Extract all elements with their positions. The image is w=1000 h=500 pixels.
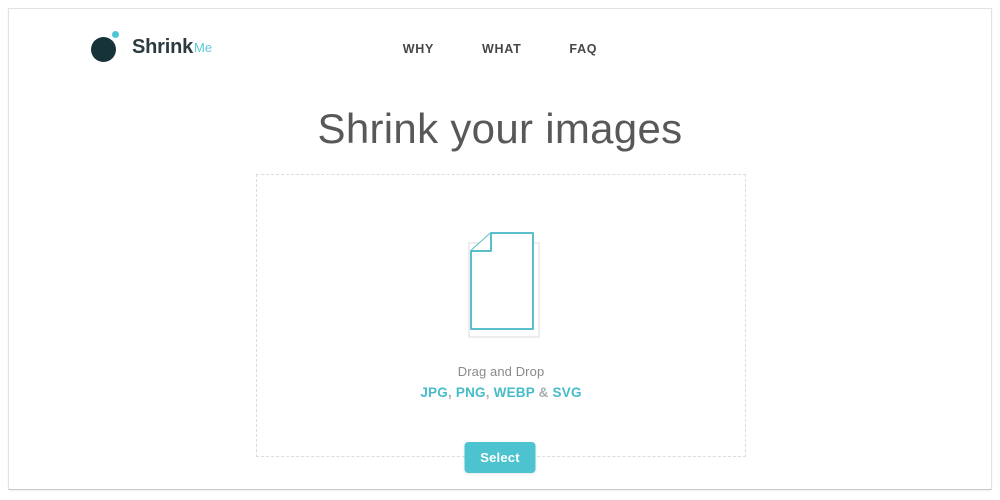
logo-dot-shape	[112, 31, 119, 38]
nav-item-what[interactable]: WHAT	[482, 42, 521, 56]
format-svg: SVG	[552, 385, 582, 400]
select-file-button[interactable]: Select	[464, 442, 536, 473]
page-title: Shrink your images	[317, 105, 683, 152]
format-webp: WEBP	[493, 385, 535, 400]
file-dropzone[interactable]: Drag and Drop JPG, PNG, WEBP & SVG	[256, 174, 746, 457]
site-header: Shrink Me WHY WHAT FAQ	[9, 9, 991, 83]
main-nav: WHY WHAT FAQ	[9, 42, 991, 56]
dropzone-formats: JPG, PNG, WEBP & SVG	[257, 385, 745, 400]
nav-item-why[interactable]: WHY	[403, 42, 434, 56]
format-separator-3: &	[538, 385, 549, 400]
nav-item-faq[interactable]: FAQ	[569, 42, 597, 56]
dropzone-caption: Drag and Drop	[457, 364, 545, 379]
format-png: PNG	[455, 385, 486, 400]
document-file-icon	[447, 231, 555, 341]
file-icon-wrapper	[257, 231, 745, 341]
format-separator-1: ,	[447, 385, 452, 400]
format-jpg: JPG	[420, 385, 448, 400]
format-separator-2: ,	[485, 385, 490, 400]
page-frame: Shrink Me WHY WHAT FAQ Shrink your image…	[8, 8, 992, 490]
